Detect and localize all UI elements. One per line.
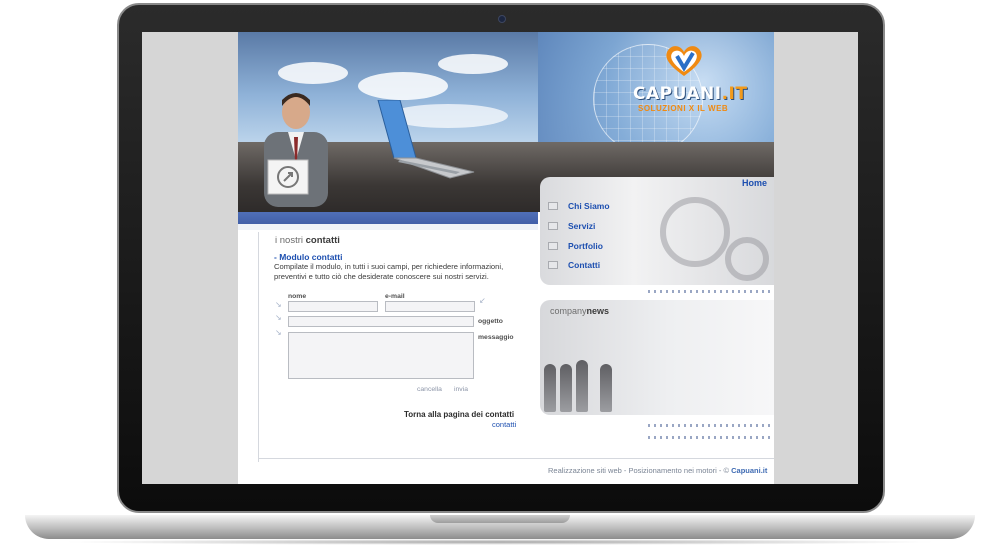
laptop-shadow [60, 539, 940, 545]
nav-item-servizi[interactable]: Servizi [548, 221, 595, 231]
arrow-icon: ↙ [479, 296, 486, 305]
nav-bullet-icon [548, 202, 558, 210]
footer-divider [258, 458, 774, 459]
footer-text: Realizzazione siti web - Posizionamento … [548, 466, 768, 475]
laptop-image [377, 100, 475, 179]
email-input[interactable] [385, 301, 475, 312]
send-button[interactable]: invia [454, 386, 468, 393]
arrow-icon: ↘ [275, 300, 282, 309]
nome-label: nome [288, 293, 307, 300]
oggetto-input[interactable] [288, 316, 474, 327]
arrow-icon: ↘ [275, 313, 282, 322]
page-title: i nostri contatti [275, 235, 340, 246]
decorative-dots [648, 436, 772, 439]
people-silhouette [560, 364, 572, 412]
cancel-button[interactable]: cancella [417, 386, 442, 393]
back-to-contacts-title: Torna alla pagina dei contatti [404, 410, 515, 419]
nav-home-link[interactable]: Home [742, 178, 767, 188]
form-description: Compilate il modulo, in tutti i suoi cam… [274, 262, 504, 281]
company-news-title: companynews [550, 306, 610, 316]
webcam-icon [498, 15, 506, 23]
brand-logo-text: CAPUANI.IT [633, 84, 748, 104]
people-silhouette [544, 364, 556, 412]
arrow-icon: ↘ [275, 328, 282, 337]
messaggio-label: messaggio [478, 334, 514, 341]
businessman-image [264, 93, 328, 207]
laptop-notch [430, 515, 570, 523]
header-bottom-bar [238, 212, 538, 230]
email-label: e-mail [385, 293, 405, 300]
nav-item-chi-siamo[interactable]: Chi Siamo [548, 201, 610, 211]
form-subheading: - Modulo contatti [274, 252, 343, 262]
brand-tagline: SOLUZIONI X IL WEB [638, 104, 729, 113]
nav-bullet-icon [548, 242, 558, 250]
decorative-dots [648, 290, 772, 293]
logo-heart-icon [666, 46, 702, 76]
decorative-dots [648, 424, 772, 427]
oggetto-label: oggetto [478, 318, 503, 325]
contacts-link[interactable]: contatti [492, 420, 516, 429]
nav-item-contatti[interactable]: Contatti [548, 260, 600, 270]
people-silhouette [600, 364, 612, 412]
footer-brand-link[interactable]: Capuani.it [731, 466, 767, 475]
nome-input[interactable] [288, 301, 378, 312]
nav-item-portfolio[interactable]: Portfolio [548, 241, 603, 251]
people-silhouette [576, 360, 588, 412]
laptop-screen: CAPUANI.IT SOLUZIONI X IL WEB Home Chi S… [142, 32, 858, 484]
nav-bullet-icon [548, 261, 558, 269]
nav-bullet-icon [548, 222, 558, 230]
web-page: CAPUANI.IT SOLUZIONI X IL WEB Home Chi S… [238, 32, 774, 484]
messaggio-textarea[interactable] [288, 332, 474, 379]
